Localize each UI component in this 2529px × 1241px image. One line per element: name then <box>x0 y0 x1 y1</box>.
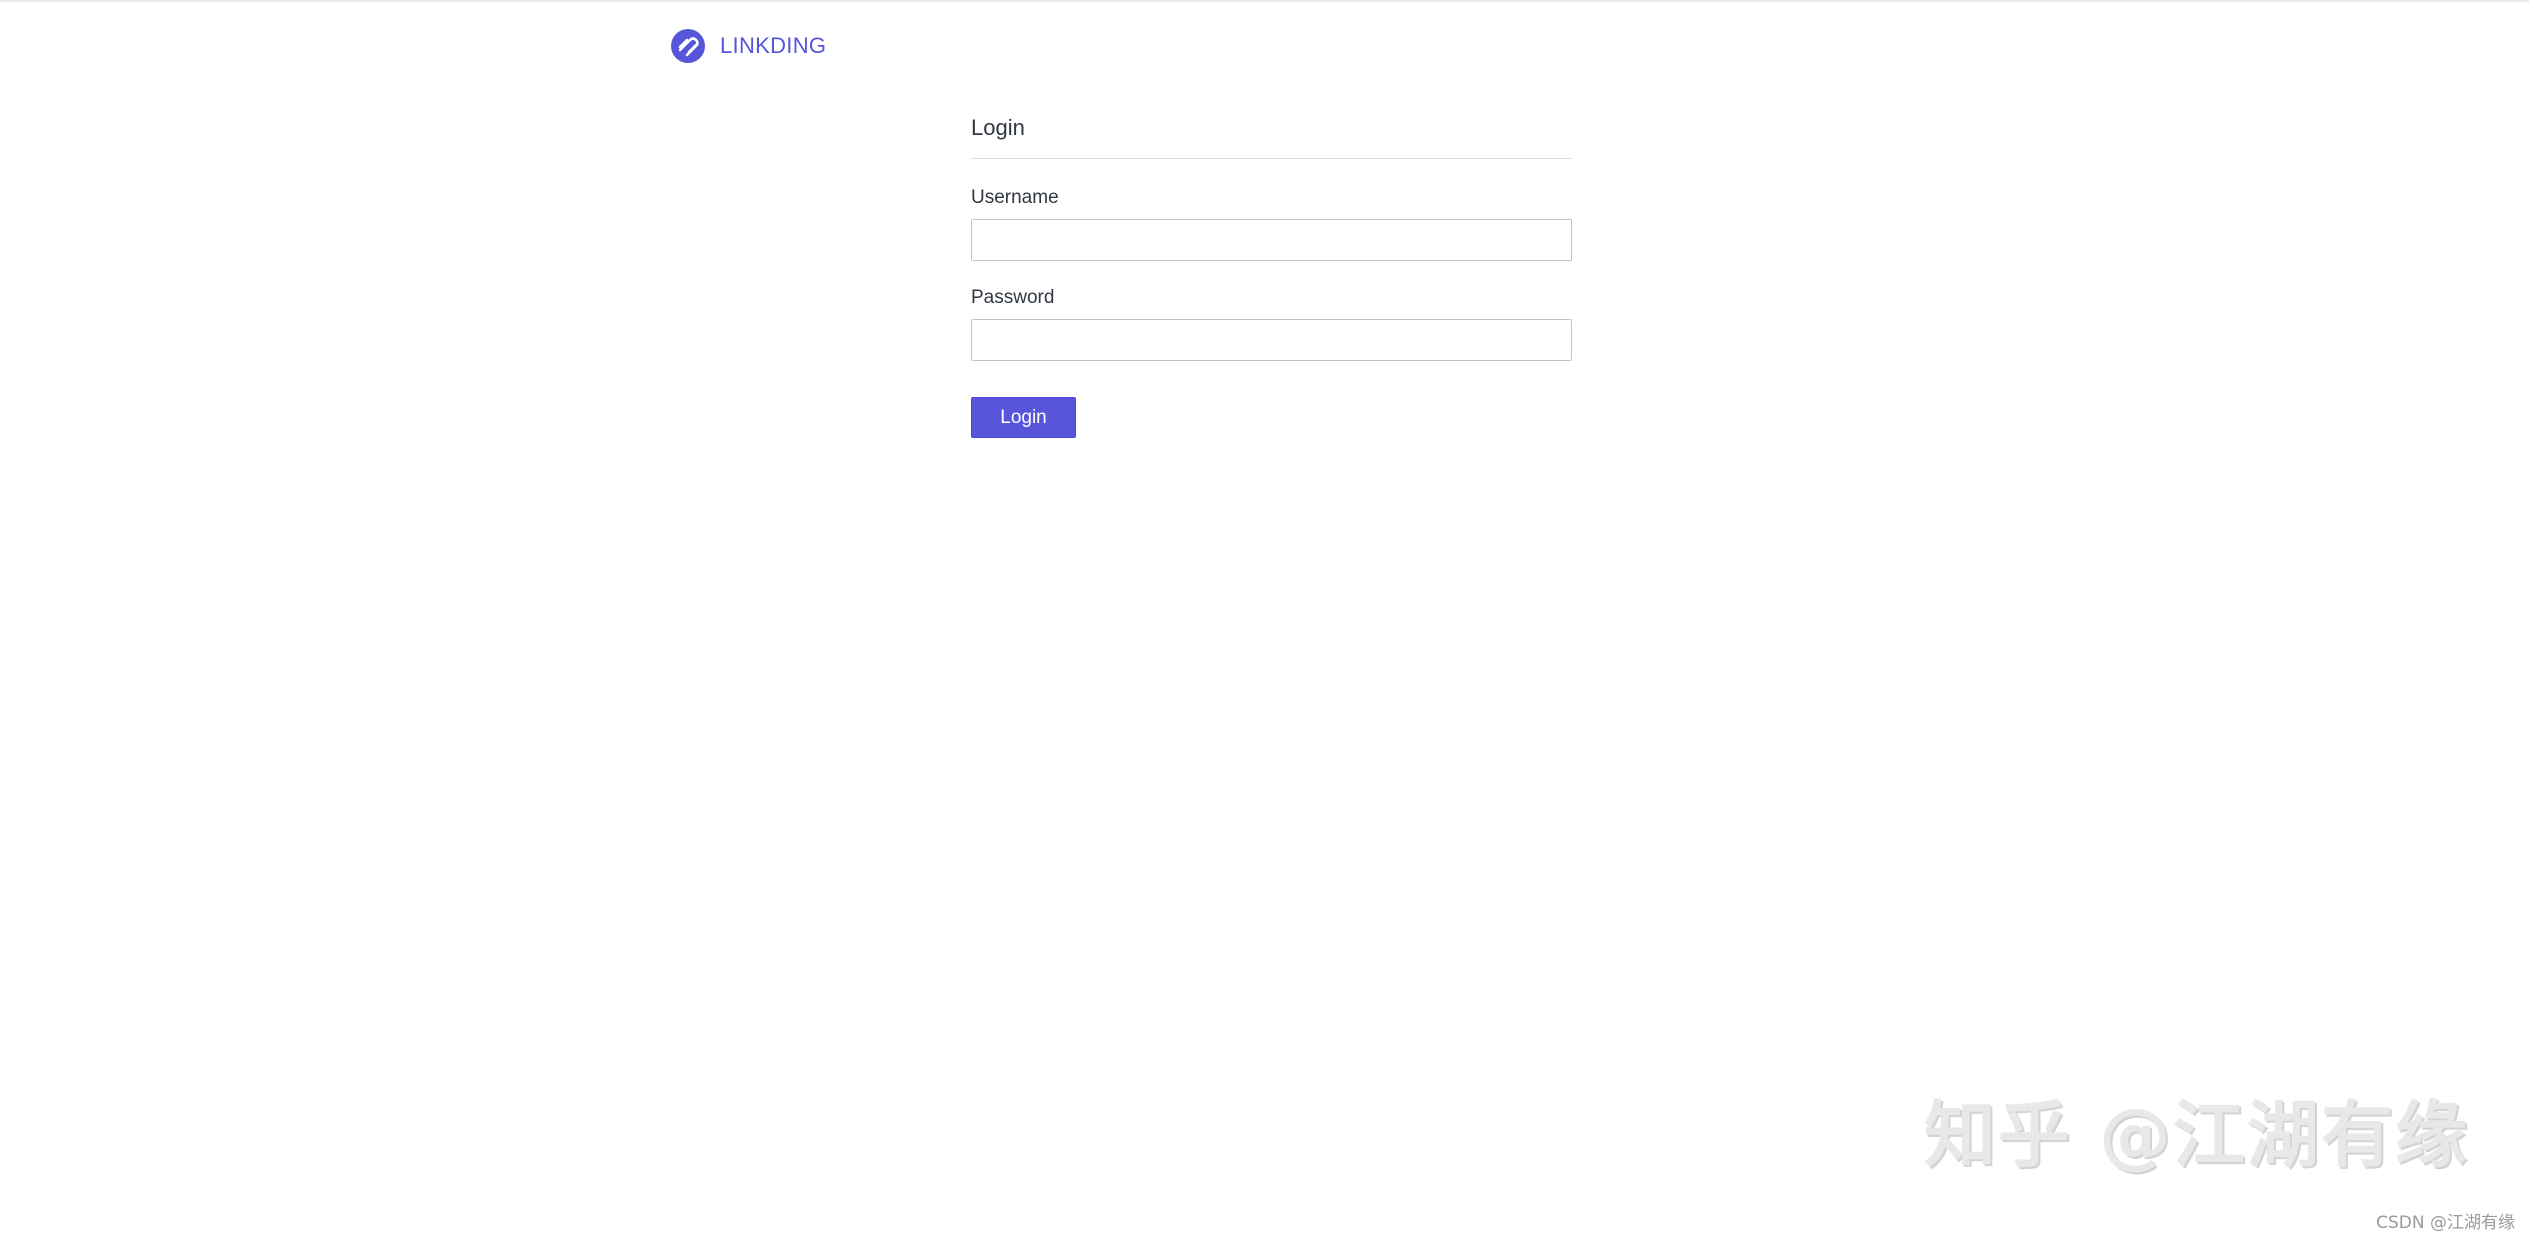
login-button[interactable]: Login <box>971 397 1076 438</box>
login-form: Login Username Password Login <box>971 110 1572 438</box>
watermark-csdn: CSDN @江湖有缘 <box>2376 1213 2515 1233</box>
password-input[interactable] <box>971 319 1572 361</box>
username-label: Username <box>971 187 1059 208</box>
header-home-link[interactable]: LINKDING <box>670 26 826 66</box>
watermark-zhihu: 知乎 @江湖有缘 <box>1923 1093 2469 1177</box>
page: LINKDING Login Username Password Login 知… <box>0 0 2529 1241</box>
linkding-logo-icon <box>671 29 705 63</box>
brand-name: LINKDING <box>720 33 827 58</box>
password-label: Password <box>971 287 1055 308</box>
login-title: Login <box>971 110 1572 159</box>
username-input[interactable] <box>971 219 1572 261</box>
